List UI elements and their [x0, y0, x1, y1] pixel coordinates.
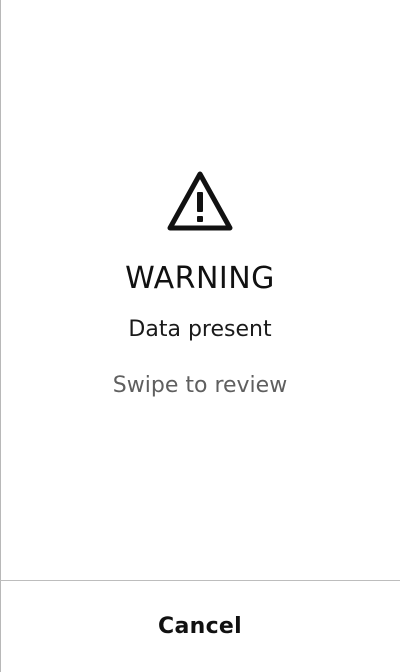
warning-message: Data present [128, 317, 272, 342]
warning-triangle-icon [166, 170, 234, 232]
warning-title: WARNING [125, 261, 275, 296]
cancel-label: Cancel [158, 614, 242, 639]
warning-screen: WARNING Data present Swipe to review Can… [0, 0, 400, 672]
cancel-button[interactable]: Cancel [0, 581, 400, 672]
swipe-hint[interactable]: Swipe to review [0, 371, 400, 401]
